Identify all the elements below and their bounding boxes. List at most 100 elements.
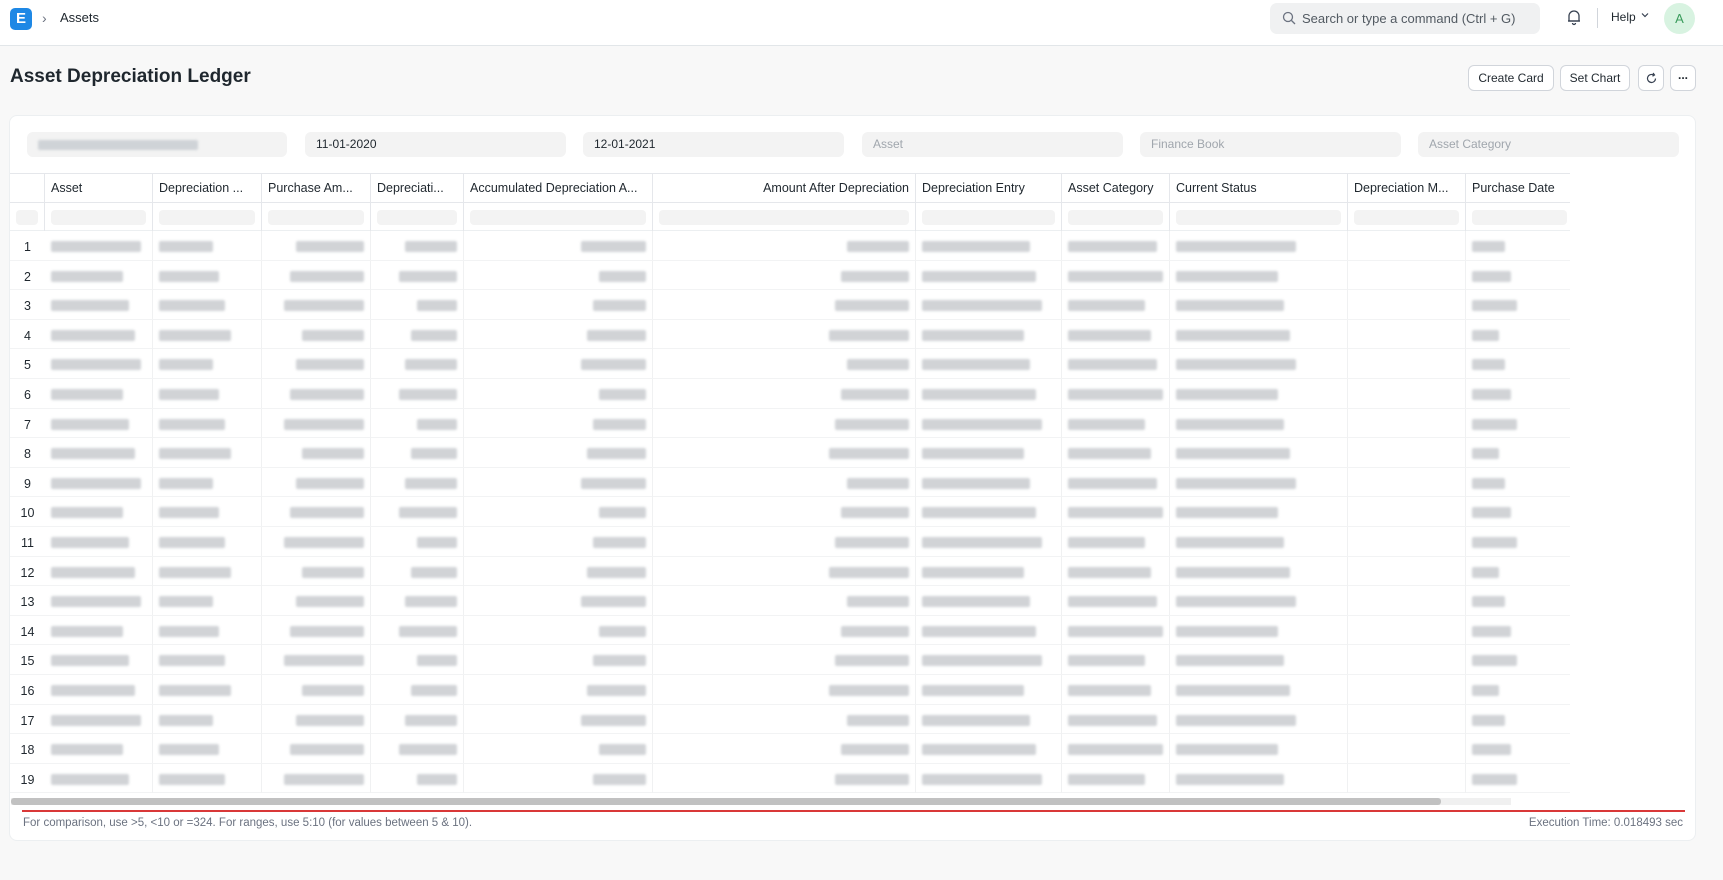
table-cell[interactable]: [1466, 675, 1570, 704]
table-cell[interactable]: [262, 586, 371, 616]
app-logo[interactable]: E: [10, 8, 32, 30]
table-cell[interactable]: [1062, 231, 1170, 260]
table-cell[interactable]: [45, 586, 153, 616]
avatar[interactable]: A: [1664, 3, 1695, 34]
asset-category-filter[interactable]: Asset Category: [1418, 132, 1679, 157]
table-cell[interactable]: [916, 763, 1062, 793]
table-cell[interactable]: [45, 645, 153, 675]
table-cell[interactable]: [1466, 261, 1570, 290]
table-cell[interactable]: [653, 675, 916, 704]
table-cell[interactable]: [262, 438, 371, 468]
table-cell[interactable]: [1170, 408, 1348, 438]
table-row[interactable]: 18: [10, 734, 1570, 764]
column-header[interactable]: Depreciation M...: [1348, 174, 1466, 203]
table-row[interactable]: 8: [10, 438, 1570, 468]
search-bar[interactable]: Search or type a command (Ctrl + G): [1270, 3, 1540, 34]
table-cell[interactable]: [1170, 586, 1348, 616]
table-cell[interactable]: [371, 704, 464, 734]
table-cell[interactable]: [1466, 705, 1570, 734]
column-filter-input[interactable]: [1472, 210, 1567, 225]
table-cell[interactable]: [371, 438, 464, 468]
table-cell[interactable]: [45, 231, 153, 260]
table-cell[interactable]: [153, 379, 262, 408]
column-filter-input[interactable]: [1354, 210, 1459, 225]
table-cell[interactable]: [1062, 438, 1170, 468]
table-cell[interactable]: [371, 408, 464, 438]
column-filter-input[interactable]: [51, 210, 146, 225]
table-cell[interactable]: [653, 527, 916, 556]
table-cell[interactable]: [153, 438, 262, 468]
table-cell[interactable]: [153, 290, 262, 320]
table-cell[interactable]: [464, 467, 653, 497]
table-cell[interactable]: [1348, 556, 1466, 586]
table-cell[interactable]: [153, 704, 262, 734]
table-row[interactable]: 5: [10, 349, 1570, 379]
table-cell[interactable]: [1466, 231, 1570, 260]
table-cell[interactable]: [464, 704, 653, 734]
table-cell[interactable]: [1348, 290, 1466, 320]
table-cell[interactable]: [1062, 408, 1170, 438]
table-cell[interactable]: [371, 586, 464, 616]
table-cell[interactable]: [464, 527, 653, 556]
table-cell[interactable]: [1466, 734, 1570, 763]
table-cell[interactable]: [653, 231, 916, 260]
table-cell[interactable]: [653, 556, 916, 586]
table-cell[interactable]: [464, 615, 653, 645]
table-cell[interactable]: [1062, 527, 1170, 556]
table-cell[interactable]: [653, 260, 916, 290]
table-cell[interactable]: [1348, 527, 1466, 556]
table-cell[interactable]: [464, 675, 653, 704]
table-cell[interactable]: [45, 408, 153, 438]
column-filter-input[interactable]: [659, 210, 909, 225]
table-cell[interactable]: [1170, 615, 1348, 645]
table-cell[interactable]: [371, 734, 464, 764]
table-cell[interactable]: [45, 379, 153, 408]
table-cell[interactable]: [653, 586, 916, 616]
table-cell[interactable]: [1348, 734, 1466, 764]
table-cell[interactable]: [653, 497, 916, 527]
table-cell[interactable]: [653, 645, 916, 675]
table-cell[interactable]: [262, 763, 371, 793]
table-cell[interactable]: [45, 467, 153, 497]
table-cell[interactable]: [653, 704, 916, 734]
table-cell[interactable]: [653, 290, 916, 320]
table-cell[interactable]: [916, 319, 1062, 349]
column-filter-input[interactable]: [16, 210, 38, 225]
table-cell[interactable]: [262, 408, 371, 438]
table-cell[interactable]: [45, 615, 153, 645]
table-cell[interactable]: [1062, 734, 1170, 764]
table-cell[interactable]: [1348, 645, 1466, 675]
table-cell[interactable]: [45, 260, 153, 290]
table-cell[interactable]: [916, 231, 1062, 260]
table-cell[interactable]: [371, 527, 464, 556]
table-cell[interactable]: [153, 467, 262, 497]
table-cell[interactable]: [1170, 527, 1348, 556]
table-cell[interactable]: [153, 349, 262, 379]
table-cell[interactable]: [1466, 497, 1570, 526]
table-cell[interactable]: [916, 615, 1062, 645]
table-cell[interactable]: [262, 527, 371, 556]
table-cell[interactable]: [45, 497, 153, 527]
table-cell[interactable]: [1062, 763, 1170, 793]
table-cell[interactable]: [1170, 379, 1348, 408]
table-cell[interactable]: [464, 734, 653, 764]
table-cell[interactable]: [464, 290, 653, 320]
table-cell[interactable]: [916, 290, 1062, 320]
table-cell[interactable]: [262, 349, 371, 379]
table-row[interactable]: 15: [10, 645, 1570, 675]
table-cell[interactable]: [153, 615, 262, 645]
table-cell[interactable]: [1062, 467, 1170, 497]
table-cell[interactable]: [45, 349, 153, 379]
table-cell[interactable]: [1062, 675, 1170, 704]
table-cell[interactable]: [1170, 675, 1348, 704]
table-cell[interactable]: [1466, 616, 1570, 645]
table-cell[interactable]: [1466, 438, 1570, 467]
table-cell[interactable]: [262, 467, 371, 497]
table-cell[interactable]: [262, 497, 371, 527]
table-cell[interactable]: [916, 675, 1062, 704]
table-cell[interactable]: [464, 260, 653, 290]
table-cell[interactable]: [1348, 349, 1466, 379]
table-cell[interactable]: [1348, 615, 1466, 645]
table-cell[interactable]: [262, 260, 371, 290]
table-cell[interactable]: [262, 615, 371, 645]
